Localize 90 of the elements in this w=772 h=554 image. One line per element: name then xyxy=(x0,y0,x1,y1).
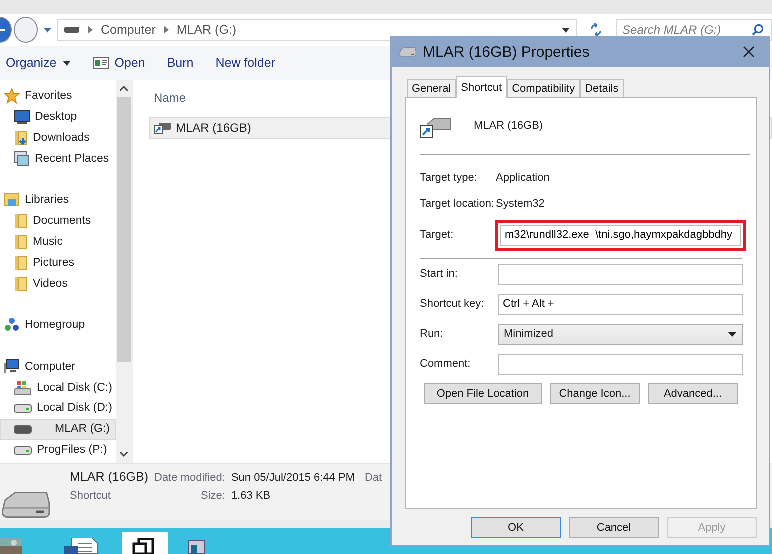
detail-label: Date modified: xyxy=(154,472,226,484)
window-icon xyxy=(92,57,109,69)
caret-icon xyxy=(62,60,71,66)
text-field[interactable] xyxy=(498,264,743,284)
nav-item[interactable]: MLAR (G:) xyxy=(0,418,116,440)
nav-item[interactable]: Downloads xyxy=(0,128,116,148)
nav-item[interactable]: ProgFiles (P:) xyxy=(0,440,116,461)
field-label: Comment: xyxy=(420,358,472,370)
close-icon xyxy=(743,46,755,58)
search-icon xyxy=(752,24,764,36)
action-button[interactable]: Advanced... xyxy=(648,383,738,404)
star-icon xyxy=(4,88,20,104)
drive-icon xyxy=(64,26,80,34)
drive-icon xyxy=(14,403,32,414)
field-value: Application xyxy=(496,172,550,184)
action-button[interactable]: Open File Location xyxy=(424,383,542,404)
nav-item[interactable]: Videos xyxy=(0,273,116,294)
chevron-icon xyxy=(88,26,93,34)
folder-icon xyxy=(14,130,28,146)
desktop-icon xyxy=(14,110,30,124)
detail-label: Size: xyxy=(200,490,226,502)
nav-group[interactable]: Computer xyxy=(0,356,116,378)
chevron-icon xyxy=(164,26,169,34)
text-field[interactable]: Ctrl + Alt + xyxy=(498,294,743,314)
detail-value: 1.63 KB xyxy=(231,490,272,502)
shortcut-drive-icon xyxy=(154,121,172,135)
toolbar-button[interactable]: Open xyxy=(88,52,150,74)
computer-icon xyxy=(4,359,20,374)
dropdown[interactable]: Minimized xyxy=(498,324,743,344)
scroll-up-icon[interactable] xyxy=(120,86,128,91)
dialog-title: MLAR (16GB) Properties xyxy=(423,44,590,60)
forward-button[interactable] xyxy=(14,17,38,43)
breadcrumb-item[interactable]: Computer xyxy=(100,23,156,37)
drive-icon xyxy=(14,424,32,434)
toolbar-button[interactable]: Burn xyxy=(163,52,198,74)
history-dropdown-icon[interactable] xyxy=(44,28,51,32)
shortcut-name: MLAR (16GB) xyxy=(474,119,544,134)
tab[interactable]: General xyxy=(407,79,456,97)
nav-item[interactable]: Local Disk (C:) xyxy=(0,377,116,398)
toolbar-button[interactable]: New folder xyxy=(212,52,280,74)
taskbar-button[interactable] xyxy=(122,532,168,554)
scroll-down-icon[interactable] xyxy=(120,452,128,457)
refresh-icon[interactable] xyxy=(588,23,604,37)
system-disk-icon xyxy=(14,380,32,396)
folder-icon xyxy=(14,234,28,250)
breadcrumb-item[interactable]: MLAR (G:) xyxy=(176,23,237,37)
field-label: Target type: xyxy=(420,172,478,184)
field-label: Shortcut key: xyxy=(420,298,486,310)
drive-icon xyxy=(399,47,417,57)
folder-icon xyxy=(14,213,28,230)
file-type: Shortcut xyxy=(70,490,112,502)
nav-item[interactable]: Desktop xyxy=(0,106,116,128)
nav-item[interactable]: Pictures xyxy=(0,252,116,274)
detail-value: Sun 05/Jul/2015 6:44 PM xyxy=(231,472,355,484)
field-label: Target location: xyxy=(420,198,496,210)
field-label: Start in: xyxy=(420,268,459,280)
nav-item[interactable]: Recent Places xyxy=(0,148,116,170)
folder-icon xyxy=(14,276,28,292)
organize-menu[interactable]: Organize xyxy=(2,52,75,74)
nav-group[interactable]: Homegroup xyxy=(0,314,116,336)
file-name: MLAR (16GB) xyxy=(70,470,148,484)
scrollbar[interactable] xyxy=(116,80,132,463)
field-label: Target: xyxy=(420,229,455,241)
nav-item[interactable]: Music xyxy=(0,232,116,252)
dialog-button[interactable]: Cancel xyxy=(569,517,659,538)
recent-places-icon xyxy=(14,150,30,167)
tab[interactable]: Shortcut xyxy=(456,76,508,98)
homegroup-icon xyxy=(4,317,20,334)
nav-item[interactable]: Local Disk (D:) xyxy=(0,398,116,419)
caret-icon xyxy=(728,332,737,336)
drive-icon xyxy=(0,490,52,519)
nav-item[interactable]: Documents xyxy=(0,210,116,232)
app-icon[interactable] xyxy=(188,540,206,554)
library-icon xyxy=(4,193,20,208)
tab[interactable]: Details xyxy=(580,79,624,97)
drive-icon xyxy=(14,445,32,456)
dropdown-arrow-icon[interactable] xyxy=(562,28,570,32)
dialog-button[interactable]: OK xyxy=(471,517,561,538)
nav-group[interactable]: Libraries xyxy=(0,190,116,211)
tab[interactable]: Compatibility xyxy=(507,79,580,97)
column-header[interactable]: Name xyxy=(149,88,198,111)
folder-icon xyxy=(14,254,28,271)
shortcut-drive-icon xyxy=(420,118,452,140)
field-label: Run: xyxy=(420,328,444,340)
nav-group[interactable]: Favorites xyxy=(0,86,116,107)
action-button[interactable]: Change Icon... xyxy=(550,383,640,404)
field-value: System32 xyxy=(496,198,545,210)
detail-label: Dat xyxy=(364,471,382,484)
text-field[interactable]: m32\rundll32.exe \tni.sgo,haymxpakdagbbdhy xyxy=(500,224,741,246)
text-field[interactable] xyxy=(498,354,743,374)
